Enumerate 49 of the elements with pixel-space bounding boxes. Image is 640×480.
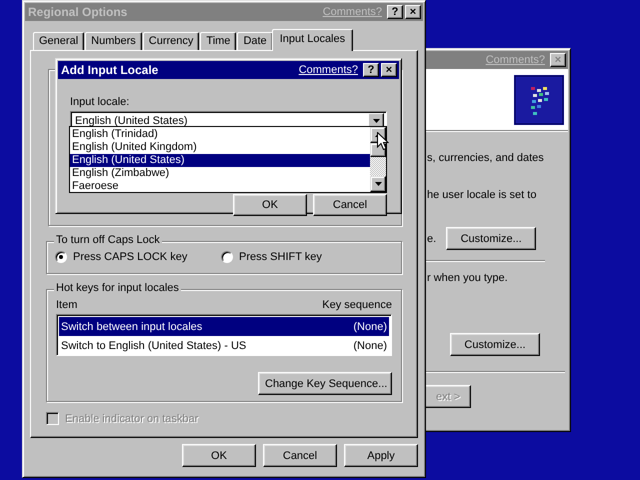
- comments-link[interactable]: Comments?: [298, 64, 358, 76]
- caret-down-icon: [374, 182, 382, 186]
- column-header: Item: [56, 299, 78, 311]
- radio-label[interactable]: Press CAPS LOCK key: [73, 251, 188, 263]
- description-text: he user locale is set to: [426, 189, 538, 201]
- customize-button[interactable]: Customize...: [446, 227, 536, 250]
- tab[interactable]: Numbers: [85, 32, 142, 51]
- dialog-button[interactable]: Cancel: [313, 194, 387, 216]
- dialog-button[interactable]: OK: [182, 444, 256, 467]
- column-header: Key sequence: [322, 299, 392, 311]
- list-option[interactable]: Faeroese: [70, 180, 370, 193]
- caret-down-icon: [372, 119, 380, 123]
- tab[interactable]: Input Locales: [272, 29, 354, 51]
- hotkey-item: Switch between input locales: [61, 320, 202, 332]
- scroll-down-button[interactable]: [370, 176, 386, 192]
- tab[interactable]: Currency: [142, 32, 200, 51]
- dot-grid-icon: [514, 74, 564, 124]
- tab[interactable]: Time: [200, 32, 236, 51]
- field-label: Input locale:: [70, 96, 130, 108]
- dialog-button[interactable]: OK: [233, 194, 307, 216]
- list-option[interactable]: English (United Kingdom): [70, 141, 370, 154]
- hotkey-item: Switch to English (United States) - US: [61, 340, 246, 352]
- list-row[interactable]: Switch between input locales (None): [59, 317, 389, 336]
- description-text: r when you type.: [426, 272, 509, 284]
- radio-label[interactable]: Press SHIFT key: [239, 251, 322, 263]
- description-text: s, currencies, and dates: [426, 152, 545, 164]
- help-button[interactable]: ?: [363, 63, 379, 77]
- radio-button[interactable]: [221, 251, 233, 263]
- key-sequence: (None): [353, 340, 387, 352]
- list-option[interactable]: English (Zimbabwe): [70, 167, 370, 180]
- dialog-button[interactable]: Cancel: [263, 444, 337, 467]
- list-row[interactable]: Switch to English (United States) - US (None): [59, 336, 389, 355]
- description-text: e.: [427, 232, 436, 244]
- group-title: To turn off Caps Lock: [54, 234, 162, 246]
- window-title: Regional Options: [28, 5, 128, 19]
- tab[interactable]: General: [33, 32, 84, 51]
- radio-button[interactable]: [55, 251, 67, 263]
- group-title: Hot keys for input locales: [54, 282, 181, 294]
- list-option[interactable]: English (United States): [70, 154, 370, 167]
- close-button[interactable]: ×: [381, 63, 397, 77]
- scrollbar[interactable]: [370, 127, 386, 192]
- key-sequence: (None): [353, 320, 387, 332]
- window-title: Add Input Locale: [61, 63, 160, 77]
- list-option[interactable]: English (Trinidad): [70, 128, 370, 141]
- tab[interactable]: Date: [237, 32, 273, 51]
- dialog-button[interactable]: Apply: [344, 444, 418, 467]
- customize-button[interactable]: Customize...: [450, 333, 540, 356]
- combobox-value: English (United States): [75, 115, 188, 127]
- change-key-sequence-button[interactable]: Change Key Sequence...: [258, 372, 392, 395]
